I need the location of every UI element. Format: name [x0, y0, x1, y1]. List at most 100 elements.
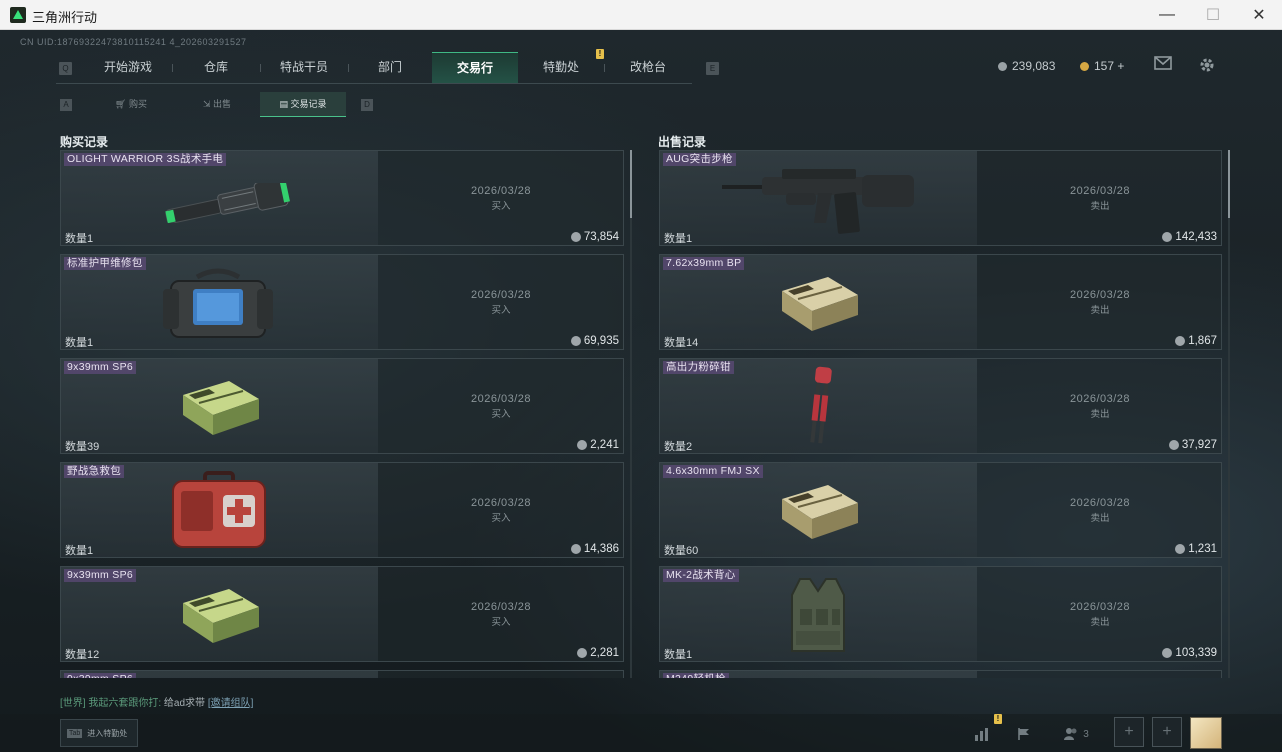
item-price-value: 2,241	[590, 439, 619, 451]
item-quantity: 数量1	[65, 233, 94, 245]
buy-record-row[interactable]: 9x39mm SP6	[60, 670, 624, 678]
item-price: 2,241	[577, 439, 619, 451]
trade-type: 卖出	[1090, 305, 1110, 316]
tab-trading[interactable]: 交易行	[432, 52, 518, 83]
item-quantity: 数量60	[664, 545, 699, 557]
item-price: 1,231	[1175, 543, 1217, 555]
item-name: 4.6x30mm FMJ SX	[663, 465, 763, 478]
sell-records-list[interactable]: AUG突击步枪 数量1 142,433 2026/03/28 卖出 7.62x39mm B…	[659, 150, 1222, 678]
item-price: 1,867	[1175, 335, 1217, 347]
buy-scrollbar[interactable]	[630, 150, 632, 678]
buy-records-title: 购买记录	[60, 135, 109, 149]
vest-icon	[791, 578, 845, 652]
friends-button[interactable]: 3	[1058, 720, 1094, 748]
rifle-icon	[722, 169, 914, 234]
maximize-button[interactable]: ☐	[1190, 0, 1236, 30]
stats-icon[interactable]	[970, 720, 994, 748]
item-quantity: 数量39	[65, 441, 100, 453]
nav-next-key[interactable]: E	[706, 62, 719, 75]
buy-scrollbar-thumb[interactable]	[630, 150, 632, 218]
silver-coin-icon	[570, 544, 581, 554]
sell-record-row[interactable]: AUG突击步枪 数量1 142,433 2026/03/28 卖出	[659, 150, 1222, 246]
subnav-next-key[interactable]: D	[361, 99, 373, 111]
repair-bag-icon	[163, 268, 273, 338]
sell-record-row[interactable]: MK-2战术背心 数量1 103,339 2026/03/28 卖出	[659, 566, 1222, 662]
subtab-records[interactable]: ▤ 交易记录	[260, 92, 346, 117]
trade-date: 2026/03/28	[1069, 601, 1131, 613]
buy-record-row[interactable]: 9x39mm SP6 数量12 2,281 2026/03/28 买入	[60, 566, 624, 662]
ammo-box-icon	[782, 277, 858, 331]
sell-scrollbar[interactable]	[1228, 150, 1230, 678]
sell-scrollbar-thumb[interactable]	[1228, 150, 1230, 218]
tab-operators[interactable]: 特战干员	[260, 52, 348, 83]
tab-department[interactable]: 部门	[348, 52, 432, 83]
item-price: 37,927	[1168, 439, 1217, 451]
buy-record-row[interactable]: 9x39mm SP6 数量39 2,241 2026/03/28 买入	[60, 358, 624, 454]
item-name: 野战急救包	[64, 465, 124, 478]
sell-record-row[interactable]: 高出力粉碎钳 数量2 37,927 2026/03/28 卖出	[659, 358, 1222, 454]
item-quantity: 数量12	[65, 649, 100, 661]
item-price: 142,433	[1162, 231, 1217, 243]
silver-coin-icon	[577, 440, 588, 450]
gold-currency[interactable]: 157 +	[1080, 59, 1124, 73]
item-name: 9x39mm SP6	[64, 673, 137, 678]
trade-type: 买入	[491, 617, 511, 628]
window-titlebar: 三角洲行动 — ☐ ✕	[0, 0, 1282, 30]
sell-records-title: 出售记录	[658, 135, 707, 149]
item-price-value: 142,433	[1175, 231, 1217, 243]
add-squad-slot-button[interactable]: +	[1114, 717, 1144, 747]
trade-date: 2026/03/28	[1069, 497, 1131, 509]
avatar[interactable]	[1190, 717, 1222, 749]
item-quantity: 数量1	[65, 337, 94, 349]
item-price: 14,386	[570, 543, 619, 555]
close-button[interactable]: ✕	[1236, 0, 1282, 30]
sell-icon: ⇲	[202, 99, 211, 109]
tab-start-game[interactable]: 开始游戏	[84, 52, 172, 83]
tab-special-ops[interactable]: 特勤处	[518, 52, 604, 83]
sell-record-row[interactable]: 7.62x39mm BP 数量14 1,867 2026/03/28 卖出	[659, 254, 1222, 350]
chat-channel: [世界]	[60, 698, 86, 709]
item-name: 9x39mm SP6	[64, 361, 137, 374]
trade-type: 买入	[491, 513, 511, 524]
item-name: 7.62x39mm BP	[663, 257, 745, 270]
stats-alert-badge: !	[994, 714, 1002, 724]
mail-icon[interactable]	[1153, 56, 1173, 74]
trade-type: 卖出	[1090, 617, 1110, 628]
buy-record-row[interactable]: OLIGHT WARRIOR 3S战术手电 数量1 73,854 2026/03/28…	[60, 150, 624, 246]
enter-special-ops-label: 进入特勤处	[87, 728, 128, 738]
item-price: 69,935	[570, 335, 619, 347]
item-quantity: 数量1	[664, 649, 693, 661]
item-price-value: 2,281	[590, 647, 619, 659]
chat-invite-link[interactable]: [邀请组队]	[208, 698, 254, 709]
item-quantity: 数量2	[664, 441, 693, 453]
gear-icon[interactable]	[1197, 56, 1217, 74]
special-ops-alert-badge: !	[596, 49, 604, 59]
item-price-value: 103,339	[1175, 647, 1217, 659]
subtab-buy[interactable]: 🛒︎ 购买	[88, 92, 174, 117]
chat-message: 给ad求带	[163, 698, 206, 709]
enter-special-ops-button[interactable]: Tab 进入特勤处	[60, 719, 138, 747]
subnav-prev-key[interactable]: A	[60, 99, 72, 111]
minimize-button[interactable]: —	[1144, 0, 1190, 30]
bolt-cutter-icon	[810, 366, 832, 444]
item-name: 标准护甲维修包	[64, 257, 146, 270]
friends-count: 3	[1083, 728, 1089, 740]
buy-records-list[interactable]: OLIGHT WARRIOR 3S战术手电 数量1 73,854 2026/03/28…	[60, 150, 624, 678]
tab-warehouse[interactable]: 仓库	[172, 52, 260, 83]
add-squad-slot-button[interactable]: +	[1152, 717, 1182, 747]
tab-gunsmith[interactable]: 改枪台	[604, 52, 692, 83]
item-price: 2,281	[577, 647, 619, 659]
buy-record-row[interactable]: 标准护甲维修包 数量1 69,935 2026/03/28 买入	[60, 254, 624, 350]
silver-coin-icon	[570, 336, 581, 346]
nav-prev-key[interactable]: Q	[59, 62, 72, 75]
buy-record-row[interactable]: 野战急救包 数量1 14,386 2026/03/28 买入	[60, 462, 624, 558]
item-price-value: 37,927	[1181, 439, 1217, 451]
item-price: 103,339	[1162, 647, 1217, 659]
sell-record-row[interactable]: 4.6x30mm FMJ SX 数量60 1,231 2026/03/28 卖出	[659, 462, 1222, 558]
ammo-box-icon	[183, 381, 259, 435]
item-price-value: 1,231	[1188, 543, 1217, 555]
window-title: 三角洲行动	[32, 10, 98, 25]
flag-icon[interactable]	[1012, 720, 1036, 748]
subtab-sell[interactable]: ⇲ 出售	[174, 92, 260, 117]
sell-record-row[interactable]: M249轻机枪	[659, 670, 1222, 678]
